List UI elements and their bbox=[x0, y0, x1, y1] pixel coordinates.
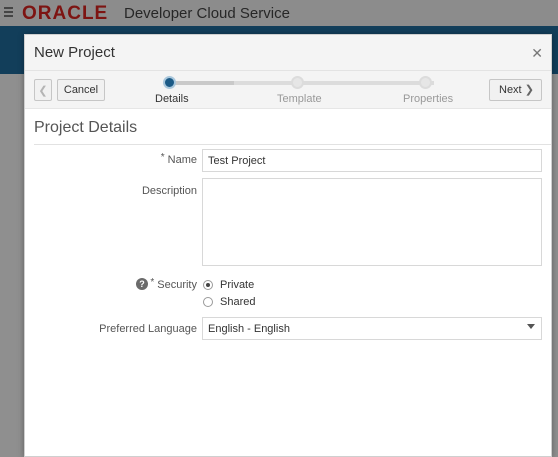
name-label: * Name bbox=[125, 152, 197, 166]
section-divider bbox=[34, 144, 551, 145]
step-template-dot[interactable] bbox=[291, 76, 304, 89]
description-label: Description bbox=[141, 185, 197, 197]
security-label: * Security bbox=[149, 277, 197, 291]
required-marker: * bbox=[150, 277, 155, 288]
private-radio[interactable] bbox=[203, 280, 213, 290]
section-title: Project Details bbox=[34, 119, 138, 136]
step-details-dot[interactable] bbox=[163, 76, 176, 89]
name-label-text: Name bbox=[167, 154, 197, 166]
dialog-header: New Project ✕ bbox=[25, 35, 551, 71]
step-properties-label[interactable]: Properties bbox=[403, 93, 453, 105]
caret-down-icon bbox=[527, 324, 535, 329]
step-details-label[interactable]: Details bbox=[155, 93, 189, 105]
close-icon[interactable]: ✕ bbox=[531, 45, 543, 62]
step-track-2 bbox=[234, 81, 434, 85]
dialog-title: New Project bbox=[34, 44, 115, 61]
preferred-language-label: Preferred Language bbox=[99, 323, 197, 335]
private-label: Private bbox=[220, 279, 255, 291]
chevron-right-icon: ❯ bbox=[524, 84, 534, 96]
description-field[interactable] bbox=[202, 178, 542, 266]
new-project-dialog: New Project ✕ ❮ Cancel Details Template … bbox=[24, 34, 552, 457]
chevron-left-icon: ❮ bbox=[38, 84, 48, 97]
previous-button[interactable]: ❮ bbox=[34, 79, 52, 101]
help-icon[interactable]: ? bbox=[136, 278, 148, 290]
preferred-language-value: English - English bbox=[208, 323, 290, 335]
shared-radio[interactable] bbox=[203, 297, 213, 307]
security-shared-option[interactable]: Shared bbox=[203, 295, 255, 309]
step-template-label[interactable]: Template bbox=[277, 93, 322, 105]
step-properties-dot[interactable] bbox=[419, 76, 432, 89]
security-private-option[interactable]: Private bbox=[203, 278, 254, 292]
wizard-train: ❮ Cancel Details Template Properties Nex… bbox=[25, 71, 551, 109]
required-marker: * bbox=[160, 152, 165, 163]
cancel-button[interactable]: Cancel bbox=[57, 79, 105, 101]
shared-label: Shared bbox=[220, 296, 256, 308]
security-label-text: Security bbox=[157, 279, 197, 291]
step-track-1 bbox=[174, 81, 234, 85]
next-button[interactable]: Next ❯ bbox=[489, 79, 542, 101]
next-label: Next bbox=[499, 84, 522, 96]
name-field[interactable] bbox=[202, 149, 542, 172]
preferred-language-select[interactable]: English - English bbox=[202, 317, 542, 340]
